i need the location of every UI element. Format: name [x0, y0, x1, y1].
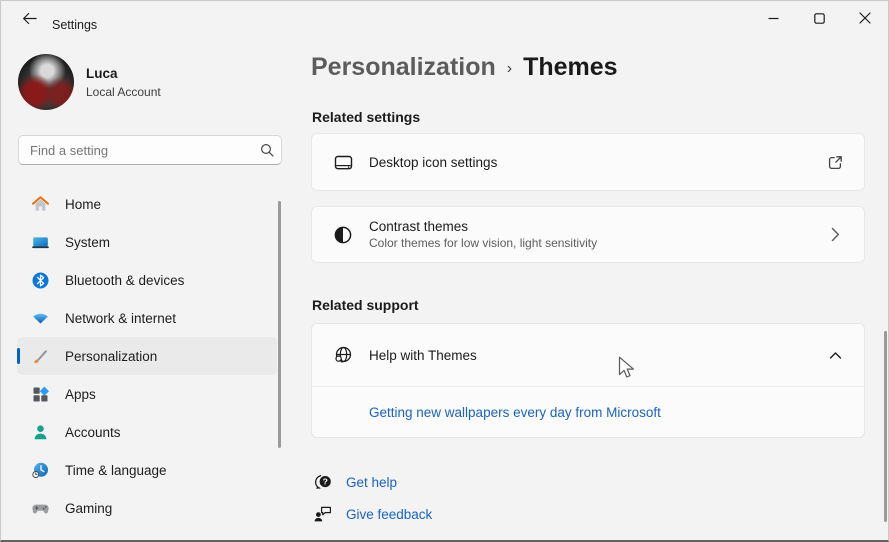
help-with-themes-card: Help with Themes Getting new wallpapers … [311, 323, 865, 438]
card-text: Desktop icon settings [369, 155, 497, 170]
sidebar-item-personalization[interactable]: Personalization [17, 337, 277, 375]
system-icon [30, 232, 50, 252]
sidebar-item-apps[interactable]: Apps [17, 375, 277, 413]
time-language-icon [30, 460, 50, 480]
window-title: Settings [52, 18, 98, 32]
card-subtitle: Color themes for low vision, light sensi… [369, 236, 598, 250]
sidebar-item-label: Bluetooth & devices [65, 272, 185, 288]
accounts-icon [30, 422, 50, 442]
magnifier-icon[interactable] [253, 143, 281, 157]
arrow-left-icon [22, 12, 37, 30]
card-text: Contrast themes Color themes for low vis… [369, 219, 597, 250]
related-support-heading: Related support [312, 297, 419, 313]
sidebar-item-label: Apps [65, 386, 96, 402]
contrast-icon [332, 224, 354, 246]
user-name: Luca [86, 66, 118, 81]
sidebar-item-label: Home [65, 196, 102, 212]
settings-window: Settings Luca Local Account Find a setti… [0, 0, 889, 542]
user-account-type: Local Account [86, 85, 161, 99]
gaming-icon [30, 498, 50, 518]
apps-icon [30, 384, 50, 404]
contrast-themes-card[interactable]: Contrast themes Color themes for low vis… [311, 206, 865, 263]
give-feedback-label: Give feedback [346, 506, 433, 522]
help-accordion-header[interactable]: Help with Themes [312, 324, 864, 386]
search-box [18, 135, 282, 165]
sidebar-scrollbar[interactable] [278, 201, 281, 448]
get-help-icon: ? [313, 472, 333, 492]
network-icon [30, 308, 50, 328]
back-button[interactable] [12, 6, 46, 36]
page-title: Themes [523, 53, 618, 81]
sidebar-item-label: Gaming [65, 500, 113, 516]
get-help-label: Get help [346, 474, 398, 490]
card-row[interactable]: Desktop icon settings [312, 134, 864, 190]
sidebar-item-label: Network & internet [65, 310, 177, 326]
globe-search-icon [332, 344, 354, 366]
card-text: Help with Themes [369, 348, 477, 363]
sidebar-item-label: Personalization [65, 348, 158, 364]
selected-indicator [17, 348, 20, 364]
breadcrumb-separator: › [506, 60, 513, 77]
help-accordion-body: Getting new wallpapers every day from Mi… [312, 387, 864, 438]
bluetooth-icon [30, 270, 50, 290]
get-help-link[interactable]: ? Get help [313, 472, 397, 492]
give-feedback-link[interactable]: Give feedback [313, 504, 432, 524]
sidebar-item-time-language[interactable]: Time & language [17, 451, 277, 489]
svg-text:?: ? [323, 477, 328, 487]
desktop-icon-settings-card[interactable]: Desktop icon settings [311, 133, 865, 191]
personalization-icon [30, 346, 50, 366]
search-input[interactable] [19, 142, 253, 158]
sidebar-item-gaming[interactable]: Gaming [17, 489, 277, 527]
chevron-right-icon [826, 227, 844, 242]
breadcrumb: Personalization › Themes [311, 53, 618, 82]
sidebar-item-label: Time & language [65, 462, 167, 478]
home-icon [30, 194, 50, 214]
sidebar-nav: Home System Bluetooth & devices Network … [1, 185, 293, 527]
desktop-monitor-icon [332, 151, 354, 173]
related-settings-heading: Related settings [312, 109, 421, 125]
feedback-icon [313, 504, 333, 524]
sidebar-item-label: System [65, 234, 111, 250]
card-title: Contrast themes [369, 219, 469, 234]
help-link-wallpapers[interactable]: Getting new wallpapers every day from Mi… [369, 405, 661, 420]
main-scrollbar[interactable] [884, 331, 887, 522]
card-title: Desktop icon settings [369, 154, 498, 170]
chevron-up-icon [826, 351, 844, 360]
external-link-icon [826, 154, 844, 171]
sidebar-item-bluetooth-devices[interactable]: Bluetooth & devices [17, 261, 277, 299]
sidebar-item-system[interactable]: System [17, 223, 277, 261]
main-content: Personalization › Themes Related setting… [311, 1, 865, 540]
sidebar-item-network-internet[interactable]: Network & internet [17, 299, 277, 337]
sidebar-item-home[interactable]: Home [17, 185, 277, 223]
sidebar-item-label: Accounts [65, 424, 121, 440]
card-row[interactable]: Contrast themes Color themes for low vis… [312, 207, 864, 262]
breadcrumb-parent[interactable]: Personalization [311, 53, 496, 82]
user-avatar[interactable] [18, 54, 74, 110]
card-title: Help with Themes [369, 347, 477, 363]
sidebar-item-accounts[interactable]: Accounts [17, 413, 277, 451]
